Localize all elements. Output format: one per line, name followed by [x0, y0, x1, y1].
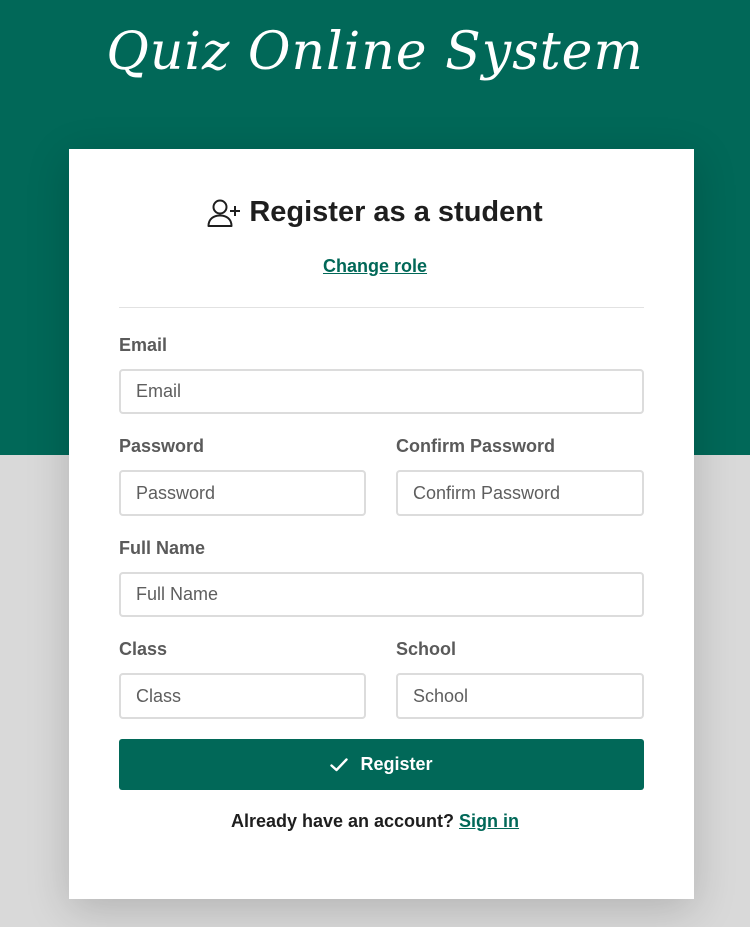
class-input[interactable] — [119, 673, 366, 719]
user-plus-icon — [207, 199, 241, 227]
register-button[interactable]: Register — [119, 739, 644, 790]
school-input[interactable] — [396, 673, 644, 719]
full-name-input[interactable] — [119, 572, 644, 617]
sign-in-prompt-text: Already have an account? — [230, 811, 455, 831]
sign-in-link[interactable]: Sign in — [459, 811, 519, 831]
confirm-password-input[interactable] — [396, 470, 644, 516]
confirm-password-label: Confirm Password — [396, 436, 556, 456]
class-label: Class — [119, 639, 168, 659]
password-input[interactable] — [119, 470, 366, 516]
email-input[interactable] — [119, 369, 644, 414]
card-title: Register as a student — [249, 196, 543, 228]
full-name-label: Full Name — [119, 538, 206, 558]
divider — [119, 307, 644, 308]
register-button-label: Register — [360, 754, 433, 774]
school-label: School — [396, 639, 457, 659]
app-title: Quiz Online System — [106, 22, 644, 82]
sign-in-prompt: Already have an account? Sign in — [0, 811, 750, 832]
password-label: Password — [119, 436, 205, 456]
check-icon — [330, 757, 349, 771]
change-role-link[interactable]: Change role — [0, 256, 750, 277]
email-label: Email — [119, 335, 168, 355]
card-header: Register as a student — [0, 196, 750, 229]
